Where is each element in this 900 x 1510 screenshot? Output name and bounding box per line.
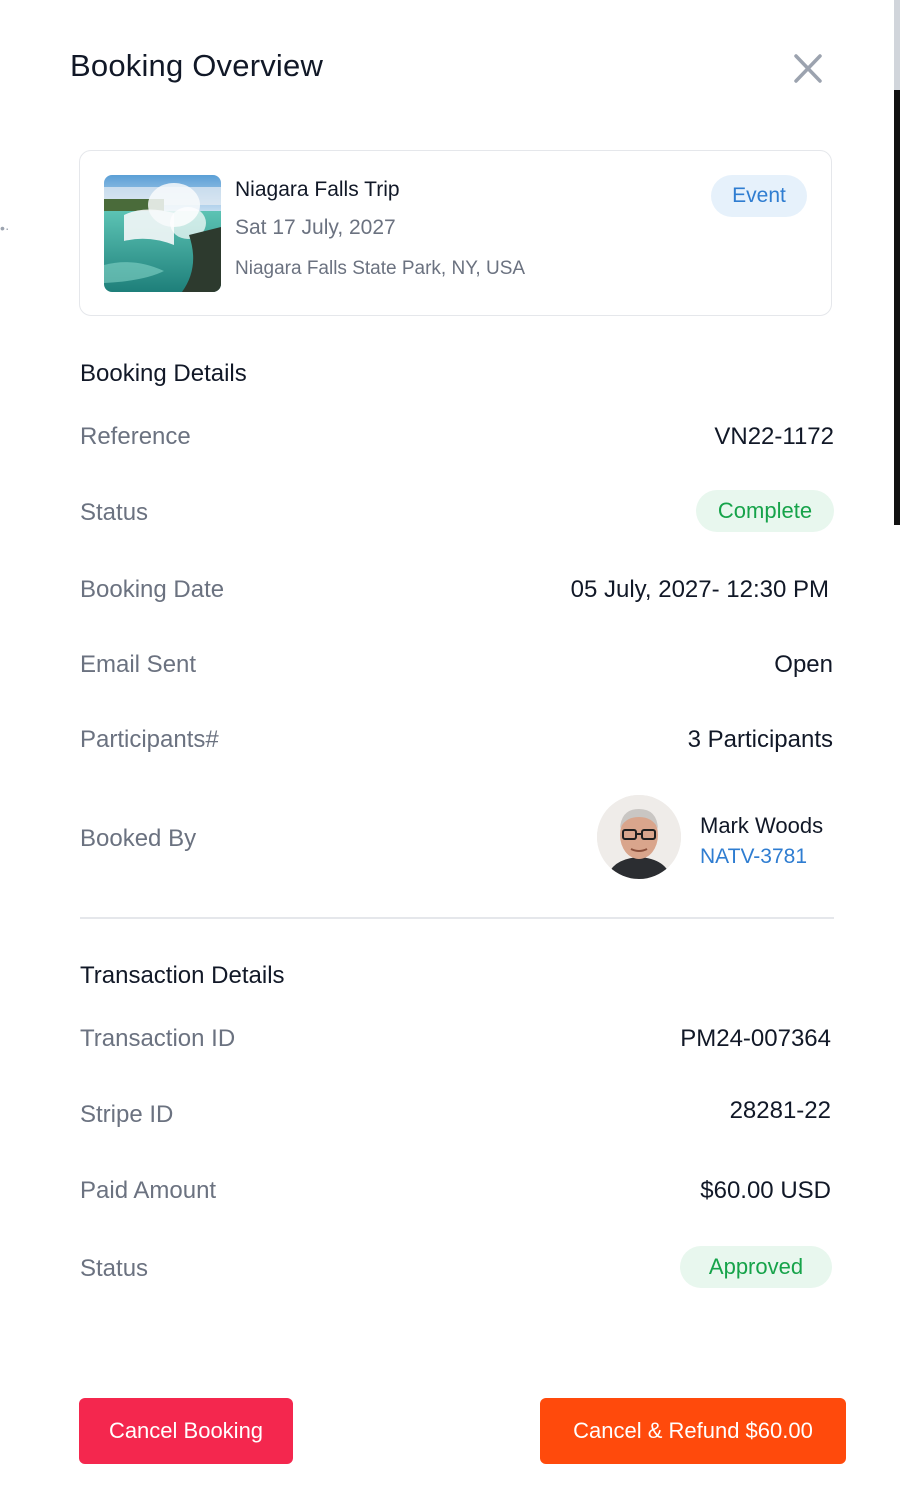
transaction-id-value: PM24-007364 (680, 1025, 831, 1052)
reference-value: VN22-1172 (714, 423, 834, 450)
cancel-refund-button[interactable]: Cancel & Refund $60.00 (540, 1398, 846, 1464)
waterfall-photo-icon (104, 175, 221, 292)
page-title: Booking Overview (70, 48, 324, 83)
booking-details-heading: Booking Details (80, 360, 247, 387)
booked-by-id-link[interactable]: NATV-3781 (700, 845, 807, 869)
participants-label: Participants# (80, 726, 219, 753)
event-date: Sat 17 July, 2027 (235, 216, 396, 239)
section-divider (80, 917, 834, 919)
booking-date-label: Booking Date (80, 576, 225, 603)
close-button[interactable] (790, 52, 826, 86)
booking-status-label: Status (80, 499, 149, 526)
close-icon (794, 54, 822, 83)
event-thumbnail (104, 175, 221, 292)
booking-date-value: 05 July, 2027- 12:30 PM (570, 576, 829, 603)
event-title: Niagara Falls Trip (235, 178, 400, 201)
transaction-status-label: Status (80, 1255, 149, 1282)
paid-amount-value: $60.00 USD (700, 1177, 831, 1204)
avatar[interactable] (597, 795, 681, 879)
participants-value: 3 Participants (687, 726, 833, 753)
transaction-details-heading: Transaction Details (80, 962, 285, 989)
event-location: Niagara Falls State Park, NY, USA (235, 258, 526, 279)
stripe-id-label: Stripe ID (80, 1101, 174, 1128)
transaction-status-badge: Approved (680, 1246, 832, 1288)
booked-by-label: Booked By (80, 825, 197, 852)
booking-status-badge: Complete (696, 490, 834, 532)
transaction-id-label: Transaction ID (80, 1025, 236, 1052)
scrollbar-track-top (894, 0, 900, 90)
cancel-booking-button[interactable]: Cancel Booking (79, 1398, 293, 1464)
paid-amount-label: Paid Amount (80, 1177, 217, 1204)
background-content-fragment: •· (0, 220, 10, 236)
email-sent-label: Email Sent (80, 651, 197, 678)
email-sent-value: Open (774, 651, 833, 678)
stripe-id-value: 28281-22 (729, 1097, 831, 1124)
event-card: Niagara Falls Trip Sat 17 July, 2027 Nia… (79, 150, 832, 316)
user-avatar-icon (597, 795, 681, 879)
booked-by-name: Mark Woods (700, 813, 824, 838)
reference-label: Reference (80, 423, 191, 450)
event-type-badge: Event (711, 175, 807, 217)
